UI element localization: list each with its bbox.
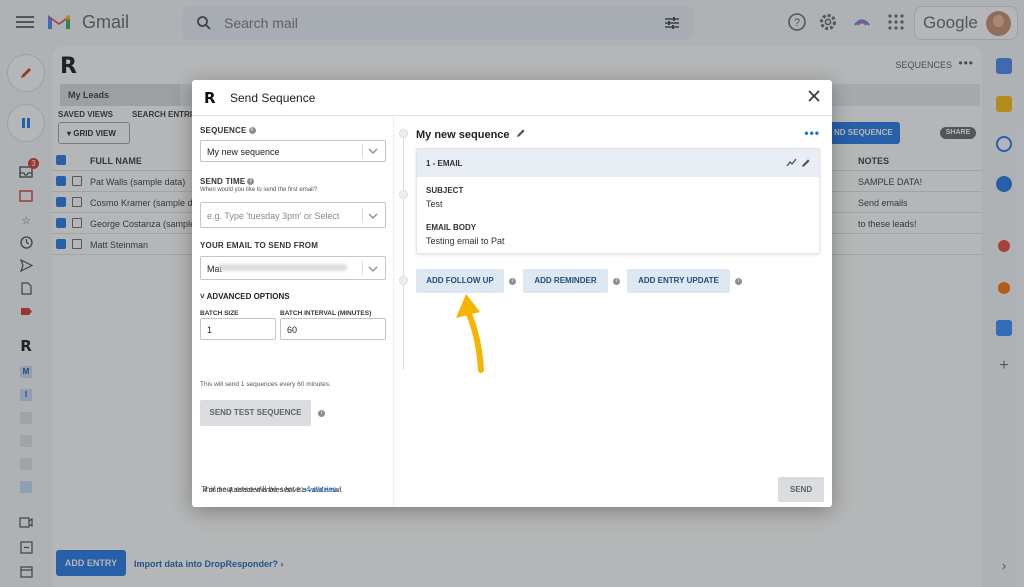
info-icon[interactable]: i bbox=[318, 410, 325, 417]
recipient-summary: This sequence will be sent to 4 entries bbox=[201, 485, 337, 494]
add-reminder-button[interactable]: ADD REMINDER bbox=[523, 269, 608, 293]
timeline-dot bbox=[399, 129, 408, 138]
email-step-card[interactable]: 1 - EMAIL SUBJECT Test EMAIL BODY Testin… bbox=[416, 148, 820, 254]
dialog-header: R Send Sequence bbox=[192, 80, 832, 116]
entries-link[interactable]: 4 entries bbox=[306, 485, 337, 494]
batch-size-label: BATCH SIZE bbox=[200, 310, 239, 317]
sequence-label: SEQUENCE i bbox=[200, 126, 256, 135]
info-icon[interactable]: i bbox=[735, 278, 742, 285]
annotation-arrow-icon bbox=[456, 294, 484, 373]
sequence-settings-pane: SEQUENCE i My new sequence SEND TIME i Whe… bbox=[192, 116, 394, 507]
chevron-down-icon bbox=[368, 148, 378, 154]
info-icon[interactable]: i bbox=[509, 278, 516, 285]
subject-value: Test bbox=[426, 199, 443, 209]
edit-pencil-icon[interactable] bbox=[801, 158, 811, 168]
email-body-label: EMAIL BODY bbox=[426, 223, 477, 232]
edit-pencil-icon[interactable] bbox=[516, 128, 526, 138]
subject-label: SUBJECT bbox=[426, 186, 464, 195]
send-test-sequence-button[interactable]: SEND TEST SEQUENCE bbox=[200, 400, 311, 426]
dropresponder-logo-icon: R bbox=[204, 89, 216, 107]
close-icon[interactable] bbox=[806, 88, 822, 104]
send-time-label: SEND TIME i bbox=[200, 177, 255, 186]
timeline-line bbox=[403, 130, 404, 370]
sequence-more-icon[interactable]: ••• bbox=[804, 126, 820, 140]
email-body-value: Testing email to Pat bbox=[426, 236, 505, 246]
sequence-select[interactable]: My new sequence bbox=[200, 140, 386, 162]
redacted-email bbox=[219, 264, 347, 271]
send-time-select[interactable]: e.g. Type 'tuesday 3pm' or Select bbox=[200, 202, 386, 228]
sequence-select-value: My new sequence bbox=[207, 147, 280, 157]
chevron-down-icon bbox=[368, 266, 378, 272]
email-from-label: YOUR EMAIL TO SEND FROM bbox=[200, 241, 319, 250]
send-time-help: When would you like to send the first em… bbox=[200, 187, 318, 193]
send-button[interactable]: SEND bbox=[778, 477, 824, 502]
timeline-dot bbox=[399, 190, 408, 199]
send-sequence-dialog: R Send Sequence SEQUENCE i My new sequenc… bbox=[192, 80, 832, 507]
sequence-name: My new sequence bbox=[416, 128, 526, 141]
send-time-placeholder: e.g. Type 'tuesday 3pm' or Select bbox=[207, 211, 340, 221]
email-step-header: 1 - EMAIL bbox=[417, 149, 819, 177]
email-from-select[interactable]: Mat bbox=[200, 256, 386, 280]
batch-interval-label: BATCH INTERVAL (MINUTES) bbox=[280, 310, 372, 317]
advanced-options-toggle[interactable]: ˅ ADVANCED OPTIONS bbox=[200, 292, 290, 301]
info-icon[interactable]: i bbox=[613, 278, 620, 285]
batch-interval-input[interactable]: 60 bbox=[280, 318, 386, 340]
batch-size-input[interactable]: 1 bbox=[200, 318, 276, 340]
info-icon[interactable]: i bbox=[248, 127, 256, 135]
timeline-dot bbox=[399, 276, 408, 285]
info-icon[interactable]: i bbox=[247, 178, 255, 186]
chevron-down-icon bbox=[368, 213, 378, 219]
add-entry-update-button[interactable]: ADD ENTRY UPDATE bbox=[627, 269, 730, 293]
stats-chart-icon[interactable] bbox=[786, 158, 797, 167]
batch-help-text: This will send 1 sequences every 60 minu… bbox=[200, 381, 331, 388]
dialog-title: Send Sequence bbox=[230, 91, 316, 105]
